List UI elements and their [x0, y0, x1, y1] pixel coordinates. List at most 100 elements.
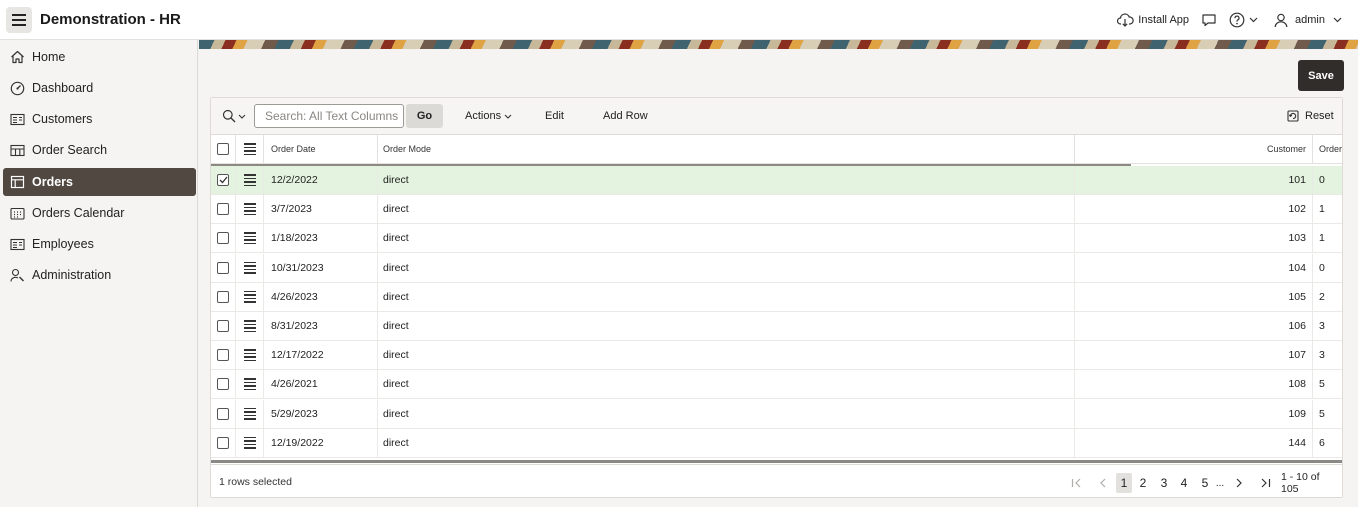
select-all-checkbox[interactable]	[217, 143, 229, 155]
row-select-checkbox[interactable]	[217, 378, 229, 391]
last-page-button[interactable]	[1257, 473, 1273, 493]
reset-button[interactable]: Reset	[1287, 104, 1334, 128]
sidebar-item-employees[interactable]: Employees	[3, 230, 196, 258]
order-cell[interactable]: 5	[1313, 370, 1342, 398]
customer-cell[interactable]: 101	[1075, 166, 1313, 194]
horizontal-scrollbar[interactable]	[211, 460, 1342, 463]
order-mode-cell[interactable]: direct	[378, 370, 1075, 399]
order-mode-cell[interactable]: direct	[378, 253, 1075, 282]
order-mode-cell[interactable]: direct	[378, 428, 1075, 457]
order-mode-cell[interactable]: direct	[378, 224, 1075, 253]
row-actions-menu-icon[interactable]	[243, 407, 256, 420]
search-column-menu[interactable]	[222, 109, 246, 123]
install-app-button[interactable]: Install App	[1117, 13, 1189, 27]
row-select-checkbox[interactable]	[217, 174, 229, 186]
next-page-button[interactable]	[1231, 473, 1247, 493]
order-cell[interactable]: 6	[1313, 429, 1342, 457]
order-cell[interactable]: 5	[1313, 400, 1342, 428]
help-menu-button[interactable]	[1229, 12, 1258, 28]
order-mode-cell[interactable]: direct	[378, 312, 1075, 340]
save-button[interactable]: Save	[1298, 60, 1344, 91]
row-select-checkbox[interactable]	[217, 407, 229, 420]
customer-cell[interactable]: 105	[1075, 282, 1313, 311]
search-input[interactable]	[254, 104, 404, 128]
row-select-checkbox[interactable]	[217, 320, 229, 332]
sidebar-item-customers[interactable]: Customers	[3, 105, 196, 133]
row-actions-menu-icon[interactable]	[243, 290, 256, 303]
order-cell[interactable]: 0	[1313, 166, 1342, 194]
order-mode-cell[interactable]: direct	[378, 195, 1075, 224]
add-row-button[interactable]: Add Row	[603, 104, 648, 128]
sidebar-item-order-search[interactable]: Order Search	[3, 136, 196, 164]
customer-cell[interactable]: 106	[1075, 312, 1313, 340]
table-row[interactable]: 4/26/2021 direct 108 5	[211, 370, 1342, 400]
order-cell[interactable]: 3	[1313, 341, 1342, 369]
order-date-cell[interactable]: 12/19/2022	[264, 428, 378, 457]
page-5-button[interactable]: 5	[1198, 473, 1212, 493]
table-row[interactable]: 12/19/2022 direct 144 6	[211, 428, 1342, 458]
page-3-button[interactable]: 3	[1157, 473, 1171, 493]
order-date-cell[interactable]: 4/26/2021	[264, 370, 378, 399]
customer-cell[interactable]: 104	[1075, 253, 1313, 282]
menu-lines-icon[interactable]	[243, 143, 256, 155]
sidebar-item-dashboard[interactable]: Dashboard	[3, 74, 196, 102]
page-2-button[interactable]: 2	[1136, 473, 1150, 493]
sidebar-item-orders-calendar[interactable]: Orders Calendar	[3, 199, 196, 227]
table-row[interactable]: 12/2/2022 direct 101 0	[211, 166, 1342, 195]
order-cell[interactable]: 0	[1313, 254, 1342, 282]
row-actions-menu-icon[interactable]	[243, 349, 256, 362]
table-row[interactable]: 1/18/2023 direct 103 1	[211, 224, 1342, 254]
table-row[interactable]: 4/26/2023 direct 105 2	[211, 282, 1342, 312]
menu-toggle-button[interactable]	[6, 6, 32, 33]
row-actions-menu-icon[interactable]	[243, 203, 256, 216]
order-mode-cell[interactable]: direct	[378, 341, 1075, 370]
order-cell[interactable]: 2	[1313, 283, 1342, 311]
table-row[interactable]: 10/31/2023 direct 104 0	[211, 253, 1342, 283]
order-date-cell[interactable]: 3/7/2023	[264, 195, 378, 224]
table-row[interactable]: 12/17/2022 direct 107 3	[211, 341, 1342, 371]
column-header-order[interactable]: Order	[1313, 135, 1342, 163]
order-date-cell[interactable]: 12/2/2022	[264, 166, 378, 194]
row-select-checkbox[interactable]	[217, 436, 229, 449]
table-row[interactable]: 8/31/2023 direct 106 3	[211, 312, 1342, 341]
sidebar-item-orders[interactable]: Orders	[3, 168, 196, 196]
row-select-checkbox[interactable]	[217, 203, 229, 216]
order-cell[interactable]: 1	[1313, 224, 1342, 252]
order-mode-cell[interactable]: direct	[378, 166, 1075, 194]
order-date-cell[interactable]: 4/26/2023	[264, 282, 378, 311]
column-header-order-mode[interactable]: Order Mode	[378, 135, 1075, 163]
row-actions-menu-icon[interactable]	[243, 261, 256, 274]
row-actions-menu-icon[interactable]	[243, 378, 256, 391]
order-date-cell[interactable]: 12/17/2022	[264, 341, 378, 370]
edit-button[interactable]: Edit	[545, 104, 564, 128]
table-row[interactable]: 5/29/2023 direct 109 5	[211, 399, 1342, 429]
order-date-cell[interactable]: 5/29/2023	[264, 399, 378, 428]
table-row[interactable]: 3/7/2023 direct 102 1	[211, 195, 1342, 225]
customer-cell[interactable]: 103	[1075, 224, 1313, 253]
app-title[interactable]: Demonstration - HR	[40, 11, 181, 28]
previous-page-button[interactable]	[1094, 473, 1110, 493]
go-button[interactable]: Go	[406, 104, 443, 128]
order-date-cell[interactable]: 1/18/2023	[264, 224, 378, 253]
row-select-checkbox[interactable]	[217, 261, 229, 274]
user-menu-button[interactable]: admin	[1274, 13, 1342, 28]
page-1-button[interactable]: 1	[1116, 473, 1132, 493]
customer-cell[interactable]: 102	[1075, 195, 1313, 224]
sidebar-item-administration[interactable]: Administration	[3, 261, 196, 289]
order-date-cell[interactable]: 8/31/2023	[264, 312, 378, 340]
customer-cell[interactable]: 107	[1075, 341, 1313, 370]
row-select-checkbox[interactable]	[217, 349, 229, 362]
row-actions-menu-icon[interactable]	[243, 174, 256, 186]
customer-cell[interactable]: 144	[1075, 428, 1313, 457]
actions-menu-button[interactable]: Actions	[465, 104, 512, 128]
row-actions-menu-icon[interactable]	[243, 232, 256, 245]
order-date-cell[interactable]: 10/31/2023	[264, 253, 378, 282]
order-cell[interactable]: 1	[1313, 195, 1342, 223]
order-cell[interactable]: 3	[1313, 312, 1342, 340]
order-mode-cell[interactable]: direct	[378, 282, 1075, 311]
feedback-button[interactable]	[1201, 13, 1217, 27]
customer-cell[interactable]: 109	[1075, 399, 1313, 428]
row-select-checkbox[interactable]	[217, 232, 229, 245]
row-actions-menu-icon[interactable]	[243, 320, 256, 332]
column-header-order-date[interactable]: Order Date	[264, 135, 378, 163]
